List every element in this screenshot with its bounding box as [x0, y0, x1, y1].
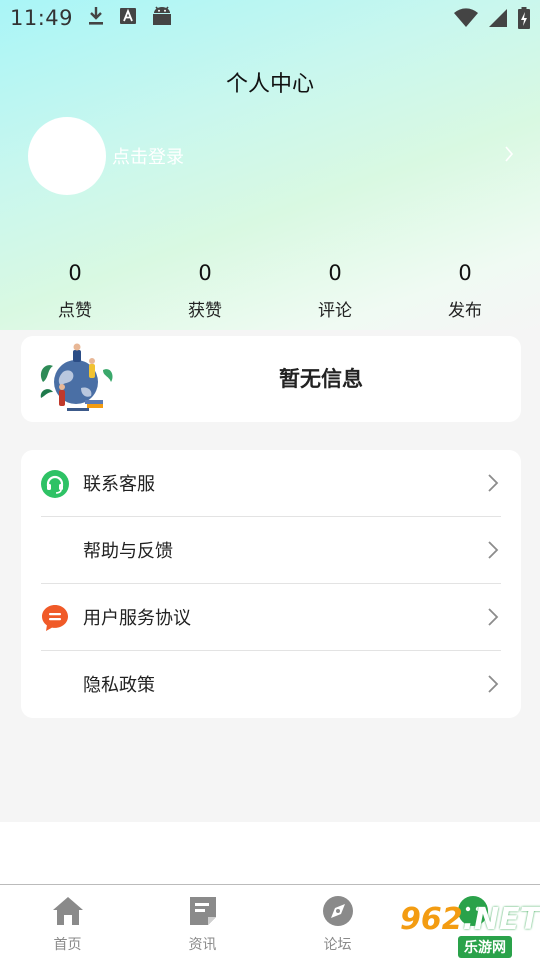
stat-value: 0: [458, 261, 472, 285]
watermark-subtext: 乐游网: [458, 936, 512, 958]
nav-label: 首页: [53, 937, 82, 953]
page-title: 个人中心: [225, 72, 314, 97]
chevron-right-icon: [487, 674, 499, 698]
signal-icon: [488, 8, 508, 33]
menu-item-privacy-policy[interactable]: 隐私政策: [41, 650, 501, 717]
stat-value: 0: [328, 261, 342, 285]
globe-people-illustration: [37, 342, 115, 416]
menu-item-label: 用户服务协议: [83, 608, 191, 629]
nav-label: 资讯: [188, 937, 217, 953]
status-bar: 11:49: [0, 0, 540, 36]
stat-label: 点赞: [58, 301, 92, 321]
stat-likes[interactable]: 0 点赞: [10, 258, 140, 321]
menu-item-user-agreement[interactable]: 用户服务协议: [41, 583, 501, 650]
menu-item-label: 帮助与反馈: [83, 541, 173, 562]
avatar[interactable]: [28, 117, 106, 195]
chevron-right-icon: [487, 473, 499, 497]
nav-label: 论坛: [323, 937, 352, 953]
status-time: 11:49: [10, 6, 74, 30]
site-watermark: 962.NET 乐游网: [400, 896, 540, 958]
download-icon: [87, 5, 105, 32]
home-icon: [51, 895, 85, 931]
menu-item-label: 隐私政策: [83, 675, 155, 696]
chat-bubble-icon: [41, 604, 69, 632]
nav-forum[interactable]: 论坛: [270, 885, 405, 961]
menu-item-label: 联系客服: [83, 474, 155, 495]
stat-liked[interactable]: 0 获赞: [140, 258, 270, 321]
chevron-right-icon: [504, 145, 514, 167]
login-link[interactable]: 点击登录: [112, 143, 184, 169]
status-icons: [454, 7, 530, 34]
stat-label: 发布: [448, 301, 482, 321]
headset-icon: [41, 470, 69, 498]
menu-item-contact-service[interactable]: 联系客服: [41, 450, 501, 516]
login-row[interactable]: 点击登录: [28, 117, 518, 195]
stat-value: 0: [68, 261, 82, 285]
empty-info-message: 暂无信息: [279, 367, 363, 391]
chevron-right-icon: [487, 540, 499, 564]
stat-value: 0: [198, 261, 212, 285]
stat-posts[interactable]: 0 发布: [400, 258, 530, 321]
watermark-logo-text: 962.NET: [400, 902, 540, 937]
stat-comments[interactable]: 0 评论: [270, 258, 400, 321]
chevron-right-icon: [487, 607, 499, 631]
menu-list: 联系客服 帮助与反馈 用户服务协议 隐私政策: [21, 450, 521, 718]
nav-home[interactable]: 首页: [0, 885, 135, 961]
stat-label: 获赞: [188, 301, 222, 321]
stats-row: 0 点赞 0 获赞 0 评论 0 发布: [10, 258, 530, 321]
text-a-icon: [119, 6, 137, 30]
nav-news[interactable]: 资讯: [135, 885, 270, 961]
info-card: 暂无信息: [21, 336, 521, 422]
stat-label: 评论: [318, 301, 352, 321]
battery-charging-icon: [518, 7, 530, 34]
content-bottom-padding: [0, 822, 540, 884]
menu-item-help-feedback[interactable]: 帮助与反馈: [41, 516, 501, 583]
news-icon: [187, 895, 219, 931]
compass-icon: [322, 895, 354, 931]
android-icon: [151, 5, 173, 31]
wifi-icon: [454, 8, 478, 33]
